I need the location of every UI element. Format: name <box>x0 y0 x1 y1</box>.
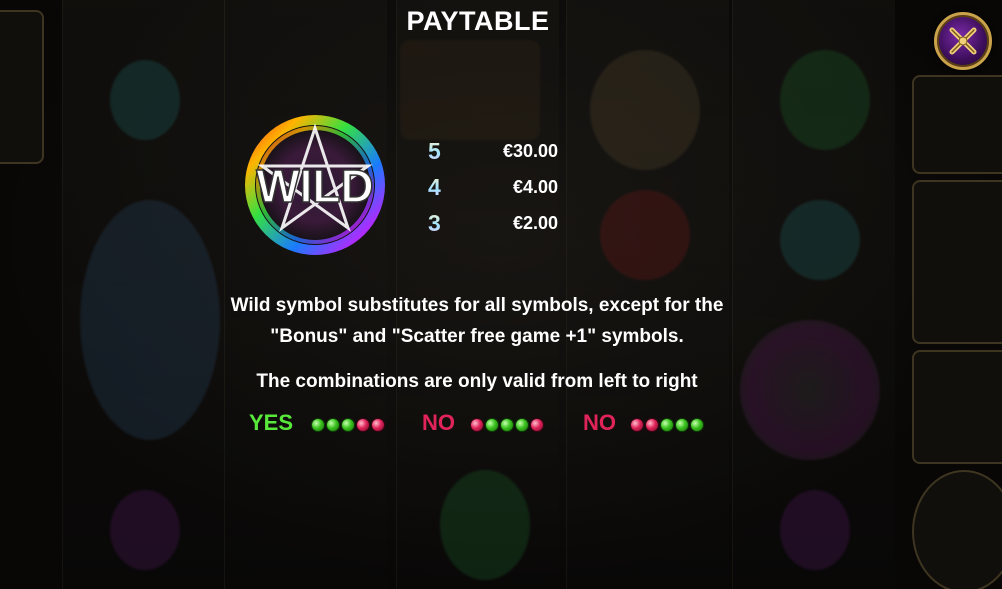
payout-value: €30.00 <box>502 141 558 161</box>
combination-dots <box>311 418 385 432</box>
description-line: Wild symbol substitutes for all symbols,… <box>230 295 724 316</box>
combination-example: YES <box>249 410 389 440</box>
wild-description: Wild symbol substitutes for all symbols,… <box>120 290 834 352</box>
background-symbol <box>780 490 850 570</box>
combination-yes-label: YES <box>249 410 294 435</box>
background-symbol <box>110 60 180 140</box>
green-dot-icon <box>515 418 529 432</box>
red-dot-icon <box>630 418 644 432</box>
combination-dots <box>470 418 544 432</box>
background-symbol <box>780 50 870 150</box>
payout-row: 4 €4.00 <box>428 174 568 210</box>
combination-no-label: NO <box>422 410 455 435</box>
payout-count: 5 <box>428 138 441 164</box>
background-symbol <box>110 490 180 570</box>
combination-no-label: NO <box>583 410 616 435</box>
payout-row: 5 €30.00 <box>428 138 568 174</box>
red-dot-icon <box>645 418 659 432</box>
green-dot-icon <box>485 418 499 432</box>
background-side-panel <box>912 350 1002 464</box>
background-symbol <box>590 50 700 170</box>
green-dot-icon <box>311 418 325 432</box>
green-dot-icon <box>660 418 674 432</box>
description-line: "Bonus" and "Scatter free game +1" symbo… <box>270 326 684 347</box>
page-title: PAYTABLE <box>406 6 550 36</box>
payout-row: 3 €2.00 <box>428 210 568 246</box>
payout-table: 5 €30.00 4 €4.00 3 €2.00 <box>428 138 568 246</box>
combination-example: NO <box>583 410 723 440</box>
red-dot-icon <box>371 418 385 432</box>
combination-example: NO <box>422 410 562 440</box>
wild-label: WILD <box>256 160 374 212</box>
wild-pentagram-icon: WILD <box>240 110 390 260</box>
paytable-screen: PAYTABLE WILD 5 €30.00 4 €4.00 3 €2.00 W… <box>0 0 1002 589</box>
combination-rule: The combinations are only valid from lef… <box>256 371 698 392</box>
payout-value: €2.00 <box>512 213 558 233</box>
background-side-panel <box>912 75 1002 174</box>
close-button[interactable] <box>934 12 992 70</box>
background-side-panel <box>912 470 1002 589</box>
background-symbol <box>400 40 540 140</box>
red-dot-icon <box>530 418 544 432</box>
green-dot-icon <box>675 418 689 432</box>
green-dot-icon <box>500 418 514 432</box>
combination-dots <box>630 418 704 432</box>
background-symbol <box>600 190 690 280</box>
background-symbol <box>440 470 530 580</box>
payout-count: 4 <box>428 174 441 200</box>
background-side-panel <box>912 180 1002 344</box>
payout-count: 3 <box>428 210 441 236</box>
payout-value: €4.00 <box>512 177 558 197</box>
green-dot-icon <box>326 418 340 432</box>
green-dot-icon <box>690 418 704 432</box>
red-dot-icon <box>470 418 484 432</box>
background-symbol <box>780 200 860 280</box>
red-dot-icon <box>356 418 370 432</box>
close-x-icon <box>949 27 977 55</box>
green-dot-icon <box>341 418 355 432</box>
